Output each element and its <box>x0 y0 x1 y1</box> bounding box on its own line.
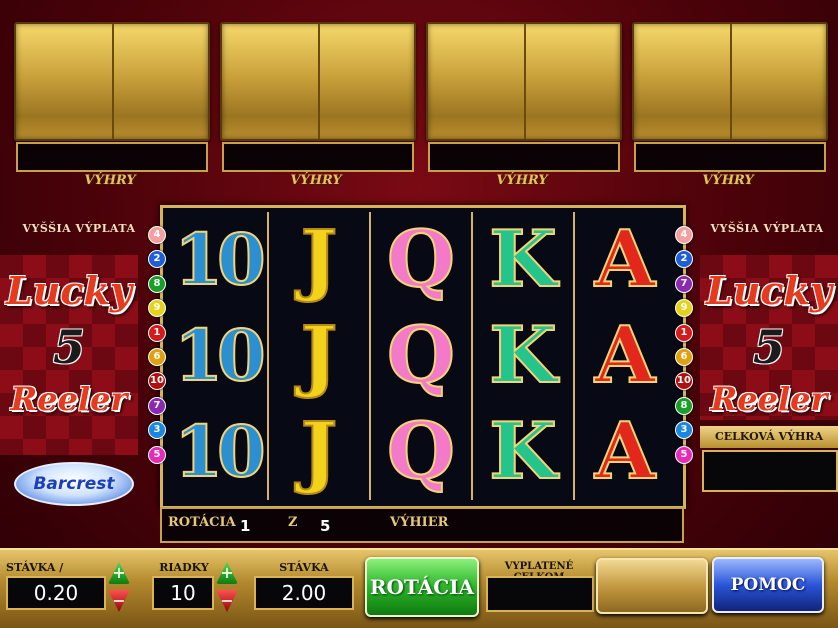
line-marker: 5 <box>148 445 166 464</box>
line-marker: 2 <box>675 250 693 269</box>
reel-1: 10 10 10 <box>167 212 269 500</box>
line-marker: 1 <box>675 323 693 342</box>
reel-symbol: K <box>488 309 558 402</box>
barcrest-logo: Barcrest <box>14 462 134 506</box>
reel-symbol: A <box>594 405 657 498</box>
top-panel-2 <box>220 22 416 141</box>
line-marker: 7 <box>675 274 693 293</box>
reel-symbol: K <box>488 405 558 498</box>
line-marker: 8 <box>148 274 166 293</box>
of-label: Z <box>288 515 298 530</box>
right-lucky-text: Lucky <box>706 268 832 313</box>
top-win-box-3 <box>428 142 620 172</box>
right-reeler-text: Reeler <box>710 380 828 418</box>
reel-symbol: J <box>300 405 339 498</box>
spin-button[interactable]: ROTÁCIA <box>365 557 479 617</box>
line-marker: 4 <box>675 226 693 244</box>
left-reeler-text: Reeler <box>10 380 128 418</box>
reel-area: 10 10 10 J J J Q Q Q K K K A A A <box>160 205 686 509</box>
left-five-text: 5 <box>52 320 85 374</box>
total-win-label: CELKOVÁ VÝHRA <box>700 426 838 448</box>
line-marker: 10 <box>675 372 693 391</box>
top-win-box-1 <box>16 142 208 172</box>
reel-symbol: 10 <box>173 409 266 494</box>
lines-value: 10 <box>152 576 214 610</box>
win-label-4: VÝHRY <box>702 173 754 188</box>
spin-label: ROTÁCIA <box>168 515 236 530</box>
reel-2: J J J <box>269 212 371 500</box>
spin-total: 5 <box>320 517 331 535</box>
top-win-box-4 <box>634 142 826 172</box>
reel-symbol: J <box>300 309 339 402</box>
reel-3: Q Q Q <box>371 212 473 500</box>
top-panel-3 <box>426 22 622 141</box>
right-five-text: 5 <box>752 320 785 374</box>
paid-total-box <box>486 576 594 612</box>
line-marker: 1 <box>148 323 166 342</box>
line-marker: 5 <box>675 445 693 464</box>
win-label-3: VÝHRY <box>496 173 548 188</box>
left-lucky-text: Lucky <box>6 268 132 313</box>
line-marker: 8 <box>675 396 693 415</box>
reel-symbol: Q <box>386 405 456 498</box>
stake-label: STÁVKA <box>279 561 329 574</box>
lines-label: RIADKY <box>159 561 209 574</box>
spin-current: 1 <box>240 517 251 535</box>
reel-symbol: J <box>300 213 339 306</box>
win-label-2: VÝHRY <box>290 173 342 188</box>
top-panel-4 <box>632 22 828 141</box>
blank-button[interactable] <box>596 558 708 614</box>
line-marker: 4 <box>148 226 166 244</box>
stake-per-line-value: 0.20 <box>6 576 106 610</box>
win-label-1: VÝHRY <box>84 173 136 188</box>
top-win-box-2 <box>222 142 414 172</box>
left-higher-payout-label: VYŠŠIA VÝPLATA <box>22 222 136 235</box>
right-higher-payout-label: VYŠŠIA VÝPLATA <box>710 222 824 235</box>
reel-symbol: 10 <box>173 313 266 398</box>
line-marker: 9 <box>675 299 693 318</box>
reel-5: A A A <box>575 212 675 500</box>
spin-info-row: ROTÁCIA 1 Z 5 VÝHIER <box>160 507 684 543</box>
line-marker: 6 <box>148 348 166 366</box>
reel-symbol: K <box>488 213 558 306</box>
reel-symbol: A <box>594 309 657 402</box>
reel-symbol: Q <box>386 309 456 402</box>
line-marker: 7 <box>148 396 166 415</box>
total-win-box <box>702 450 838 492</box>
stake-value: 2.00 <box>254 576 354 610</box>
reel-4: K K K <box>473 212 575 500</box>
line-marker: 6 <box>675 348 693 366</box>
reel-symbol: 10 <box>173 217 266 302</box>
reel-symbol: A <box>594 213 657 306</box>
line-marker: 3 <box>675 421 693 440</box>
wins-label: VÝHIER <box>390 515 449 530</box>
top-panel-1 <box>14 22 210 141</box>
reel-symbol: Q <box>386 213 456 306</box>
help-button[interactable]: POMOC <box>712 557 824 613</box>
